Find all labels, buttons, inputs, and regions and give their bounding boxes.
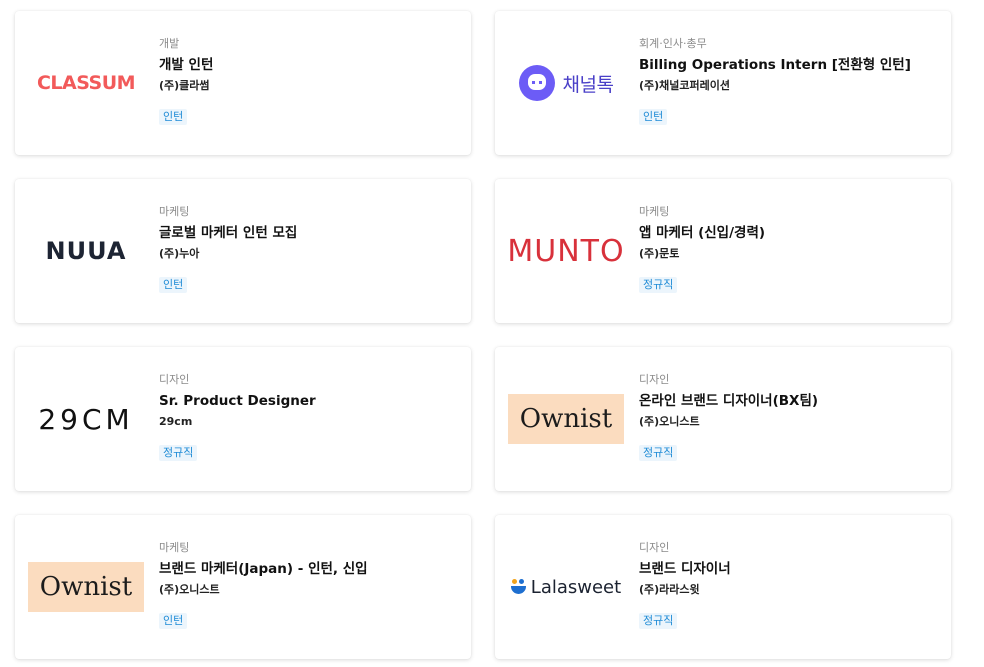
job-title[interactable]: 온라인 브랜드 디자이너(BX팀) xyxy=(639,393,941,410)
nuua-logo: NUUA xyxy=(45,237,127,265)
company-name: (주)라라스윗 xyxy=(639,583,700,596)
ownist-logo: Ownist xyxy=(508,394,624,444)
company-logo: Ownist xyxy=(25,539,147,635)
channeltalk-logo: 채널톡 xyxy=(518,65,614,101)
company-logo: CLASSUM xyxy=(25,35,147,131)
job-info: 마케팅 앱 마케터 (신입/경력) (주)문토 정규직 xyxy=(639,205,941,293)
job-info: 디자인 온라인 브랜드 디자이너(BX팀) (주)오니스트 정규직 xyxy=(639,373,941,461)
employment-type-badge: 정규직 xyxy=(159,445,198,461)
job-info: 디자인 브랜드 디자이너 (주)라라스윗 정규직 xyxy=(639,541,941,629)
company-logo: Ownist xyxy=(505,371,627,467)
company-logo: MUNTO xyxy=(505,203,627,299)
employment-type-badge: 정규직 xyxy=(639,445,678,461)
job-card[interactable]: MUNTO 마케팅 앱 마케터 (신입/경력) (주)문토 정규직 xyxy=(495,179,951,323)
job-card[interactable]: Lalasweet 디자인 브랜드 디자이너 (주)라라스윗 정규직 xyxy=(495,515,951,659)
job-title[interactable]: 브랜드 마케터(Japan) - 인턴, 신입 xyxy=(159,561,461,578)
company-logo: Lalasweet xyxy=(505,539,627,635)
job-category: 마케팅 xyxy=(639,205,670,218)
job-category: 개발 xyxy=(159,37,180,50)
job-title[interactable]: 글로벌 마케터 인턴 모집 xyxy=(159,225,461,242)
job-info: 개발 개발 인턴 (주)클라썸 인턴 xyxy=(159,37,461,125)
job-title[interactable]: Sr. Product Designer xyxy=(159,393,461,410)
company-name: 29cm xyxy=(159,415,193,428)
lalasweet-mark-icon xyxy=(510,579,527,595)
employment-type-badge: 정규직 xyxy=(639,613,678,629)
employment-type-badge: 인턴 xyxy=(159,613,188,629)
job-category: 디자인 xyxy=(639,373,670,386)
job-card[interactable]: NUUA 마케팅 글로벌 마케터 인턴 모집 (주)누아 인턴 xyxy=(15,179,471,323)
job-card[interactable]: Ownist 마케팅 브랜드 마케터(Japan) - 인턴, 신입 (주)오니… xyxy=(15,515,471,659)
channeltalk-logo-text: 채널톡 xyxy=(562,73,614,96)
lalasweet-logo-text: Lalasweet xyxy=(530,576,622,598)
classum-logo: CLASSUM xyxy=(36,72,136,94)
ownist-logo: Ownist xyxy=(28,562,144,612)
company-name: (주)오니스트 xyxy=(639,415,700,428)
employment-type-badge: 인턴 xyxy=(639,109,668,125)
job-category: 회계·인사·총무 xyxy=(639,37,707,50)
job-title[interactable]: 앱 마케터 (신입/경력) xyxy=(639,225,941,242)
job-card[interactable]: Ownist 디자인 온라인 브랜드 디자이너(BX팀) (주)오니스트 정규직 xyxy=(495,347,951,491)
job-info: 디자인 Sr. Product Designer 29cm 정규직 xyxy=(159,373,461,461)
29cm-logo: 29CM xyxy=(38,402,134,436)
job-title[interactable]: 브랜드 디자이너 xyxy=(639,561,941,578)
company-logo: 채널톡 xyxy=(505,35,627,131)
job-info: 마케팅 브랜드 마케터(Japan) - 인턴, 신입 (주)오니스트 인턴 xyxy=(159,541,461,629)
employment-type-badge: 정규직 xyxy=(639,277,678,293)
job-category: 마케팅 xyxy=(159,205,190,218)
job-card[interactable]: 채널톡 회계·인사·총무 Billing Operations Intern [… xyxy=(495,11,951,155)
company-name: (주)오니스트 xyxy=(159,583,220,596)
job-info: 마케팅 글로벌 마케터 인턴 모집 (주)누아 인턴 xyxy=(159,205,461,293)
job-category: 디자인 xyxy=(639,541,670,554)
job-info: 회계·인사·총무 Billing Operations Intern [전환형 … xyxy=(639,37,941,125)
job-card[interactable]: CLASSUM 개발 개발 인턴 (주)클라썸 인턴 xyxy=(15,11,471,155)
job-card-grid: CLASSUM 개발 개발 인턴 (주)클라썸 인턴 채널톡 회계·인사·총무 … xyxy=(0,0,984,667)
company-name: (주)채널코퍼레이션 xyxy=(639,79,731,92)
employment-type-badge: 인턴 xyxy=(159,109,188,125)
job-title[interactable]: 개발 인턴 xyxy=(159,57,461,74)
company-logo: 29CM xyxy=(25,371,147,467)
job-card[interactable]: 29CM 디자인 Sr. Product Designer 29cm 정규직 xyxy=(15,347,471,491)
company-name: (주)문토 xyxy=(639,247,680,260)
munto-logo: MUNTO xyxy=(507,233,625,269)
company-name: (주)누아 xyxy=(159,247,200,260)
lalasweet-logo: Lalasweet xyxy=(510,576,622,598)
job-title[interactable]: Billing Operations Intern [전환형 인턴] xyxy=(639,57,941,74)
employment-type-badge: 인턴 xyxy=(159,277,188,293)
chat-bubble-icon xyxy=(518,65,555,101)
company-logo: NUUA xyxy=(25,203,147,299)
job-category: 마케팅 xyxy=(159,541,190,554)
job-category: 디자인 xyxy=(159,373,190,386)
company-name: (주)클라썸 xyxy=(159,79,210,92)
